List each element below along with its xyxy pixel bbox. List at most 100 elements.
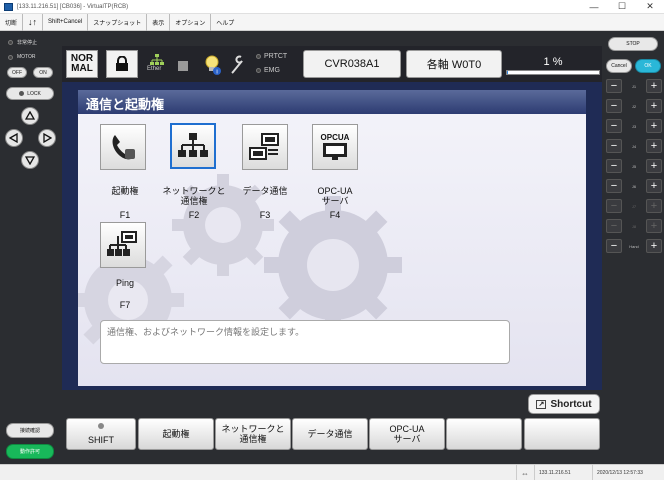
fkey-f1-label: 起動権: [162, 429, 190, 439]
jog-plus-j7-button[interactable]: +: [645, 199, 662, 213]
jog-label-j3: J3: [631, 123, 637, 129]
ping-network-icon: [107, 231, 137, 256]
fkey-f4[interactable]: OPC-UA サーバ: [369, 418, 445, 450]
motor-on-button[interactable]: ON: [33, 67, 53, 78]
lock-indicator-icon: [19, 91, 25, 96]
wrench-icon[interactable]: [230, 55, 244, 78]
axis-mode-button[interactable]: 各軸 W0T0: [406, 50, 502, 78]
jog-plus-j2-button[interactable]: +: [645, 99, 662, 113]
jog-label-hand: Hand: [629, 243, 639, 249]
menu-help[interactable]: ヘルプ: [211, 14, 239, 31]
jog-minus-j8-button[interactable]: −: [606, 219, 622, 233]
fkey-f3[interactable]: データ通信: [292, 418, 368, 450]
opcua-server-tile[interactable]: OPCUA: [312, 124, 358, 170]
close-button[interactable]: ✕: [636, 0, 664, 14]
shift-key[interactable]: SHIFT: [66, 418, 136, 450]
jog-plus-j3-button[interactable]: +: [645, 119, 662, 133]
jog-plus-j8-button[interactable]: +: [645, 219, 662, 233]
menu-shift-cancel[interactable]: Shift+Cancel: [43, 13, 89, 31]
jog-row-j8: − J8 +: [606, 219, 662, 233]
jog-minus-j6-button[interactable]: −: [606, 179, 622, 193]
app-icon: [4, 2, 13, 11]
menu-options[interactable]: オプション: [170, 13, 212, 31]
operation-permit-button[interactable]: 動作許可: [6, 444, 54, 459]
jog-row-j4: − J4 +: [606, 139, 662, 153]
jog-plus-j5-button[interactable]: +: [645, 159, 662, 173]
jog-plus-j1-button[interactable]: +: [645, 79, 662, 93]
jog-plus-j4-button[interactable]: +: [645, 139, 662, 153]
maximize-button[interactable]: ☐: [608, 0, 636, 14]
arrow-down-button[interactable]: [21, 151, 39, 169]
fkey-f2-label: ネットワークと 通信権: [221, 424, 285, 444]
network-communication-tile[interactable]: [170, 123, 216, 169]
fkey-f6[interactable]: [524, 418, 600, 450]
shortcut-icon: ↗: [536, 399, 547, 409]
menu-view[interactable]: 表示: [147, 13, 171, 31]
data-transfer-icon: [249, 133, 279, 160]
jog-row-j7: − J7 +: [606, 199, 662, 213]
startup-authority-label: 起動権: [111, 186, 139, 196]
shift-label: SHIFT: [88, 435, 114, 445]
startup-authority-tile[interactable]: [100, 124, 146, 170]
opcua-server-key: F4: [329, 210, 341, 220]
panel-header: 通信と起動権: [78, 90, 586, 114]
network-communication-label: ネットワークと 通信権: [162, 186, 226, 206]
estop-label: 非常停止: [17, 40, 38, 46]
ping-tile[interactable]: [100, 222, 146, 268]
cancel-button[interactable]: Cancel: [606, 59, 632, 73]
arrow-right-button[interactable]: [38, 129, 56, 147]
shortcut-button[interactable]: ↗ Shortcut: [528, 394, 600, 414]
fkey-f5[interactable]: [446, 418, 522, 450]
fkey-f2[interactable]: ネットワークと 通信権: [215, 418, 291, 450]
lock-status[interactable]: [106, 50, 138, 78]
emg-indicator: EMG: [256, 67, 280, 74]
right-panel: STOP Cancel OK − J1 + − J2 + − J3 + − J4 + − J5 + − J6 + −…: [602, 31, 664, 464]
estop-led: [8, 40, 13, 45]
emg-led: [256, 68, 261, 73]
arrow-up-button[interactable]: [21, 107, 39, 125]
jog-label-j2: J2: [631, 103, 637, 109]
info-bulb-icon[interactable]: i: [204, 54, 222, 79]
fkey-f1[interactable]: 起動権: [138, 418, 214, 450]
arrow-down-icon: [25, 156, 35, 165]
jog-minus-j1-button[interactable]: −: [606, 79, 622, 93]
prtct-label: PRTCT: [264, 53, 288, 60]
jog-minus-j2-button[interactable]: −: [606, 99, 622, 113]
status-square-icon: [178, 61, 188, 71]
jog-label-j7: J7: [631, 203, 637, 209]
network-communication-key: F2: [188, 210, 200, 220]
top-toolbar: NOR MAL Ether i PRTCT EMG CVR038A1 各軸 W0…: [62, 46, 602, 82]
speed-value: 1 %: [543, 56, 563, 68]
jog-plus-j6-button[interactable]: +: [645, 179, 662, 193]
lock-button[interactable]: LOCK: [6, 87, 54, 100]
jog-plus-hand-button[interactable]: +: [646, 239, 662, 253]
jog-label-j4: J4: [631, 143, 637, 149]
jog-minus-j3-button[interactable]: −: [606, 119, 622, 133]
stop-button[interactable]: STOP: [608, 37, 658, 51]
motor-off-button[interactable]: OFF: [7, 67, 27, 78]
communication-panel: 通信と起動権 起動権 F1 ネットワークと 通信権 F2 データ通信 F3 OP…: [78, 90, 586, 386]
jog-minus-j5-button[interactable]: −: [606, 159, 622, 173]
jog-minus-j4-button[interactable]: −: [606, 139, 622, 153]
ethernet-icon: [150, 54, 164, 65]
menu-snapshot[interactable]: スナップショット: [88, 13, 148, 31]
jog-row-j3: − J3 +: [606, 119, 662, 133]
jog-minus-hand-button[interactable]: −: [606, 239, 622, 253]
updown-arrows-icon[interactable]: ↓↑: [23, 13, 44, 31]
jog-label-j1: J1: [631, 83, 637, 89]
speed-override[interactable]: 1 %: [506, 54, 600, 76]
connection-check-button[interactable]: 接続確認: [6, 423, 54, 438]
data-communication-tile[interactable]: [242, 124, 288, 170]
main-panel: 通信と起動権 起動権 F1 ネットワークと 通信権 F2 データ通信 F3 OP…: [62, 82, 602, 390]
jog-minus-j7-button[interactable]: −: [606, 199, 622, 213]
minimize-button[interactable]: —: [580, 0, 608, 14]
jog-label-j8: J8: [631, 223, 637, 229]
jog-label-j5: J5: [631, 163, 637, 169]
function-key-bar: SHIFT 起動権 ネットワークと 通信権 データ通信 OPC-UA サーバ: [62, 418, 602, 454]
speed-bar-fill: [507, 71, 508, 74]
arrow-left-button[interactable]: [5, 129, 23, 147]
program-name-button[interactable]: CVR038A1: [303, 50, 401, 78]
network-tree-icon: [178, 133, 208, 157]
menu-disconnect[interactable]: 切断: [0, 13, 24, 31]
ok-button[interactable]: OK: [635, 59, 661, 73]
